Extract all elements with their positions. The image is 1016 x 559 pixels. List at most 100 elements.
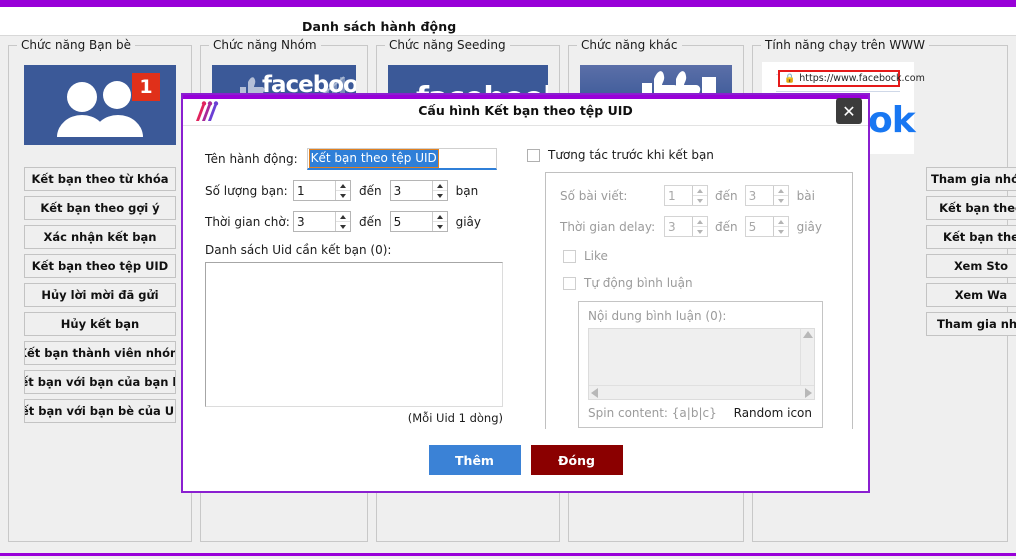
post-count-to-value: 3	[746, 186, 773, 205]
delay-to-value: 5	[746, 217, 773, 236]
bg-button-friend-2[interactable]: Xác nhận kết bạn	[24, 225, 176, 249]
friend-count-unit: bạn	[456, 184, 479, 198]
post-count-from-stepper[interactable]: 1	[664, 185, 708, 206]
uid-list-textarea[interactable]	[205, 262, 503, 407]
friend-count-to-arrows[interactable]	[432, 181, 447, 200]
post-count-to-arrows[interactable]	[773, 186, 788, 205]
comment-content-textarea[interactable]	[588, 328, 815, 400]
action-name-input[interactable]: Kết bạn theo tệp UID	[307, 148, 497, 170]
panel-other-label: Chức năng khác	[577, 38, 682, 52]
stepper-down-icon[interactable]	[693, 196, 707, 205]
post-count-row: Số bài viết: 1 đến 3 bài	[560, 185, 815, 206]
stepper-down-icon[interactable]	[774, 227, 788, 236]
interact-checkbox[interactable]	[527, 149, 540, 162]
like-row[interactable]: Like	[563, 249, 608, 263]
scroll-up-icon[interactable]	[803, 331, 813, 338]
stepper-up-icon[interactable]	[336, 212, 350, 222]
delay-from-stepper[interactable]: 3	[664, 216, 708, 237]
bg-button-www-1[interactable]: Kết bạn theo	[926, 196, 1016, 220]
url-bar[interactable]: 🔒 https://www.facebock.com	[778, 70, 900, 87]
stepper-up-icon[interactable]	[433, 212, 447, 222]
dialog-top-accent	[183, 95, 868, 99]
delay-unit: giây	[797, 220, 822, 234]
app-header: Danh sách hành động	[0, 7, 1016, 36]
random-icon-button[interactable]: Random icon	[734, 406, 812, 420]
panel-seeding-label: Chức năng Seeding	[385, 38, 510, 52]
like-checkbox[interactable]	[563, 250, 576, 263]
friend-count-from-value: 1	[294, 181, 335, 200]
stepper-down-icon[interactable]	[433, 222, 447, 231]
bg-button-friend-0[interactable]: Kết bạn theo từ khóa	[24, 167, 176, 191]
wait-time-to-stepper[interactable]: 5	[390, 211, 448, 232]
friend-count-from-arrows[interactable]	[335, 181, 350, 200]
facebook-ok-fragment: ok	[868, 100, 915, 141]
scroll-left-icon[interactable]	[591, 388, 598, 398]
friends-badge: 1	[132, 73, 160, 101]
action-name-row: Tên hành động: Kết bạn theo tệp UID	[205, 148, 497, 170]
url-line-bottom	[776, 91, 900, 92]
panel-www-label: Tính năng chạy trên WWW	[761, 38, 929, 52]
stepper-down-icon[interactable]	[336, 222, 350, 231]
bg-button-friend-5[interactable]: Hủy kết bạn	[24, 312, 176, 336]
bg-button-www-4[interactable]: Xem Wa	[926, 283, 1016, 307]
bg-button-www-3[interactable]: Xem Sto	[926, 254, 1016, 278]
bg-button-friend-8[interactable]: Kết bạn với bạn bè của UID	[24, 399, 176, 423]
bg-button-www-2[interactable]: Kết bạn the	[926, 225, 1016, 249]
stepper-down-icon[interactable]	[693, 227, 707, 236]
bg-button-friend-7[interactable]: Kết bạn với bạn của bạn bè	[24, 370, 176, 394]
friends-banner-image: 1	[24, 65, 176, 145]
scroll-right-icon[interactable]	[805, 388, 812, 398]
stepper-up-icon[interactable]	[774, 217, 788, 227]
lock-icon: 🔒	[784, 74, 795, 84]
bg-button-friend-4[interactable]: Hủy lời mời đã gửi	[24, 283, 176, 307]
auto-comment-row[interactable]: Tự động bình luận	[563, 276, 693, 290]
wait-time-from-stepper[interactable]: 3	[293, 211, 351, 232]
auto-comment-label: Tự động bình luận	[584, 276, 693, 290]
delay-range-word: đến	[715, 220, 738, 234]
stepper-down-icon[interactable]	[774, 196, 788, 205]
friend-count-row: Số lượng bạn: 1 đến 3 bạn	[205, 180, 478, 201]
post-count-from-arrows[interactable]	[692, 186, 707, 205]
close-icon[interactable]: ✕	[836, 98, 862, 124]
interact-options-group: Số bài viết: 1 đến 3 bài	[545, 172, 853, 437]
wait-time-from-arrows[interactable]	[335, 212, 350, 231]
wait-time-unit: giây	[456, 215, 481, 229]
stepper-up-icon[interactable]	[693, 186, 707, 196]
stepper-up-icon[interactable]	[693, 217, 707, 227]
delay-label: Thời gian delay:	[560, 220, 664, 234]
post-count-range-word: đến	[715, 189, 738, 203]
comment-content-label: Nội dung bình luận (0):	[588, 309, 726, 323]
interact-row[interactable]: Tương tác trước khi kết bạn	[527, 148, 714, 162]
friend-count-label: Số lượng bạn:	[205, 184, 293, 198]
bg-button-friend-3[interactable]: Kết bạn theo tệp UID	[24, 254, 176, 278]
bg-button-www-5[interactable]: Tham gia nhó	[926, 312, 1016, 336]
stepper-down-icon[interactable]	[433, 191, 447, 200]
uid-list-label: Danh sách Uid cần kết bạn (0):	[205, 243, 391, 257]
delay-to-arrows[interactable]	[773, 217, 788, 236]
post-count-to-stepper[interactable]: 3	[745, 185, 789, 206]
url-text: https://www.facebock.com	[799, 73, 925, 84]
bg-button-friend-1[interactable]: Kết bạn theo gợi ý	[24, 196, 176, 220]
stepper-up-icon[interactable]	[433, 181, 447, 191]
auto-comment-checkbox[interactable]	[563, 277, 576, 290]
action-name-value: Kết bạn theo tệp UID	[310, 150, 438, 167]
stepper-down-icon[interactable]	[336, 191, 350, 200]
wait-time-label: Thời gian chờ:	[205, 215, 293, 229]
delay-row: Thời gian delay: 3 đến 5 giây	[560, 216, 822, 237]
stepper-up-icon[interactable]	[336, 181, 350, 191]
delay-to-stepper[interactable]: 5	[745, 216, 789, 237]
wait-time-to-arrows[interactable]	[432, 212, 447, 231]
comment-horizontal-scrollbar[interactable]	[589, 385, 814, 399]
friend-count-from-stepper[interactable]: 1	[293, 180, 351, 201]
stepper-up-icon[interactable]	[774, 186, 788, 196]
delay-from-value: 3	[665, 217, 692, 236]
close-button[interactable]: Đóng	[531, 445, 623, 475]
add-button[interactable]: Thêm	[429, 445, 521, 475]
delay-from-arrows[interactable]	[692, 217, 707, 236]
bg-button-friend-6[interactable]: Kết bạn thành viên nhóm	[24, 341, 176, 365]
spin-content-label: Spin content: {a|b|c}	[588, 406, 717, 420]
bg-button-www-0[interactable]: Tham gia nhóm	[926, 167, 1016, 191]
config-dialog: Cấu hình Kết bạn theo tệp UID ✕ Tên hành…	[181, 93, 870, 493]
friend-count-to-stepper[interactable]: 3	[390, 180, 448, 201]
wait-time-to-value: 5	[391, 212, 432, 231]
